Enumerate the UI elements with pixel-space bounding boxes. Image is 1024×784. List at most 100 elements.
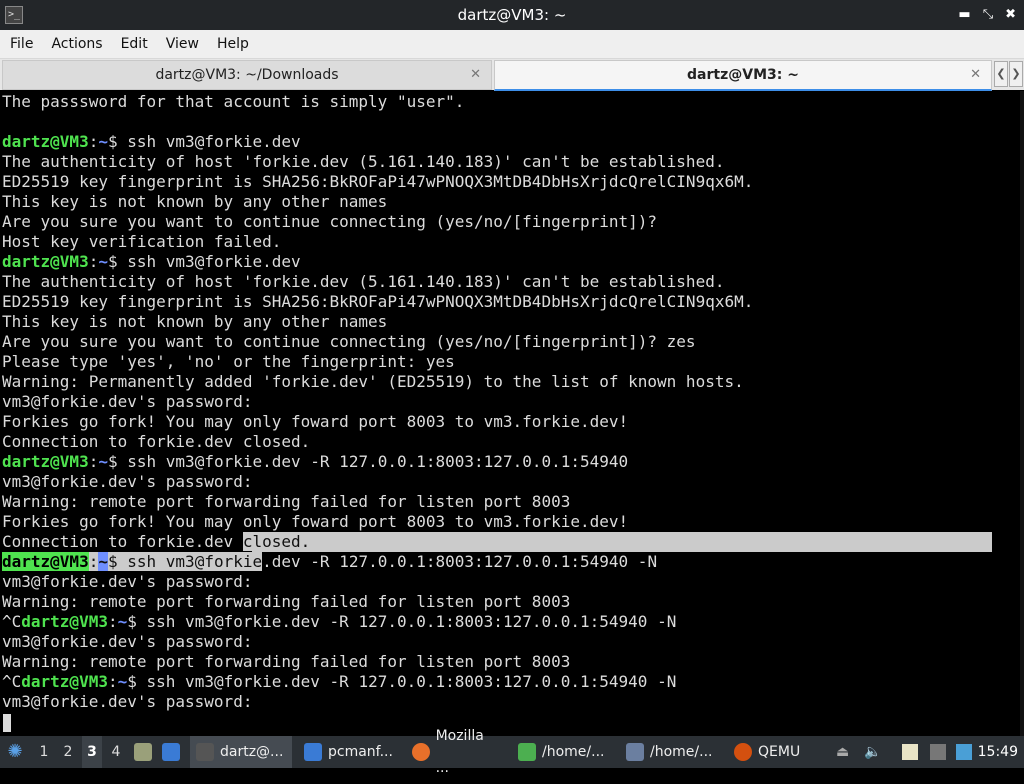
tab-scroll-right-icon[interactable]: ❯ xyxy=(1009,61,1023,87)
prompt-user-host: dartz@VM3 xyxy=(2,452,89,471)
menu-help[interactable]: Help xyxy=(207,30,249,58)
taskbar-item-label: /home/... xyxy=(542,744,605,760)
tab-scroll-left-icon[interactable]: ❮ xyxy=(994,61,1008,87)
prompt-user-host: dartz@VM3 xyxy=(2,252,89,271)
editor-icon xyxy=(518,743,536,761)
terminal-line: Connection to forkie.dev closed. xyxy=(2,432,311,451)
command-text: ssh vm3@forkie.dev -R 127.0.0.1:8003:127… xyxy=(136,672,677,691)
maximize-icon[interactable]: ⤡ xyxy=(983,0,993,30)
taskbar-item[interactable]: pcmanf... xyxy=(298,736,400,768)
workspace-1[interactable]: 1 xyxy=(34,736,54,768)
tab-label: dartz@VM3: ~/Downloads xyxy=(155,67,339,83)
display-icon[interactable] xyxy=(930,736,946,768)
prompt-user-host: dartz@VM3 xyxy=(21,672,108,691)
terminal-scrollbar[interactable] xyxy=(1020,91,1024,736)
terminal-line: Warning: remote port forwarding failed f… xyxy=(2,492,571,511)
taskbar: ✺ ⏏ 🔈 15:49 1 2 3 4 dartz@... pcmanf... Mozill… xyxy=(0,728,1024,776)
prompt-user-host: dartz@VM3 xyxy=(2,132,89,151)
terminal-line: dartz@VM3:~$ ssh vm3@forkie.dev xyxy=(2,132,301,152)
clipboard-icon[interactable] xyxy=(902,736,918,768)
taskbar-item[interactable]: QEMU xyxy=(728,736,814,768)
eject-icon[interactable]: ⏏ xyxy=(836,736,852,768)
clock[interactable]: 15:49 xyxy=(978,736,1018,768)
pen-icon xyxy=(626,743,644,761)
start-menu-icon[interactable]: ✺ xyxy=(4,736,26,768)
prompt-separator: : xyxy=(107,672,118,691)
prompt-sigil: $ xyxy=(107,452,118,471)
command-text: ssh vm3@forkie.dev xyxy=(117,252,301,271)
terminal-output[interactable]: The passsword for that account is simply… xyxy=(0,91,1024,736)
terminal-line: Forkies go fork! You may only foward por… xyxy=(2,412,629,431)
taskbar-item-label: pcmanf... xyxy=(328,744,393,760)
prompt-path: ~ xyxy=(98,132,108,151)
prompt-sigil: $ xyxy=(107,552,118,571)
terminal-line: dartz@VM3:~$ ssh vm3@forkie.dev -R 127.0… xyxy=(2,552,657,572)
taskbar-item[interactable]: dartz@... xyxy=(190,736,292,768)
prompt-path: ~ xyxy=(98,552,108,571)
terminal-line: vm3@forkie.dev's password: xyxy=(2,392,253,411)
terminal-line: The authenticity of host 'forkie.dev (5.… xyxy=(2,152,725,171)
menu-file[interactable]: File xyxy=(0,30,33,58)
prompt-separator: : xyxy=(88,452,99,471)
prompt-path: ~ xyxy=(117,672,128,691)
window-title: dartz@VM3: ~ xyxy=(457,6,567,24)
terminal-line: Are you sure you want to continue connec… xyxy=(2,212,658,231)
files-icon[interactable] xyxy=(134,736,154,768)
terminal-line: This key is not known by any other names xyxy=(2,312,388,331)
tab-bar: dartz@VM3: ~/Downloads ✕ dartz@VM3: ~ ✕ xyxy=(0,59,1024,91)
prompt-separator: : xyxy=(107,612,118,631)
tab-downloads[interactable]: dartz@VM3: ~/Downloads ✕ xyxy=(2,60,492,90)
volume-icon[interactable]: 🔈 xyxy=(864,736,881,768)
command-text: ssh vm3@forkie.dev -R 127.0.0.1:8003:127… xyxy=(136,612,677,631)
window-titlebar[interactable]: >_ dartz@VM3: ~ ▬ ⤡ ✖ xyxy=(0,0,1024,30)
terminal-line: Forkies go fork! You may only foward por… xyxy=(2,512,629,531)
prompt-sigil: $ xyxy=(107,252,118,271)
folder-icon xyxy=(304,743,322,761)
selection-highlight xyxy=(252,532,992,552)
prompt-sigil: $ xyxy=(127,612,137,631)
taskbar-item-label: /home/... xyxy=(650,744,713,760)
taskbar-item[interactable]: /home/... xyxy=(620,736,722,768)
selected-command-text: ssh vm3@forkie xyxy=(117,552,263,571)
tab-close-icon[interactable]: ✕ xyxy=(470,61,481,89)
terminal-line: The authenticity of host 'forkie.dev (5.… xyxy=(2,272,725,291)
interrupt-text: ^C xyxy=(2,612,22,631)
menu-view[interactable]: View xyxy=(156,30,199,58)
selected-text: closed. xyxy=(242,532,311,551)
desktop-icon[interactable] xyxy=(162,736,182,768)
prompt-user-host: dartz@VM3 xyxy=(2,552,89,571)
workspace-4[interactable]: 4 xyxy=(106,736,126,768)
terminal-line: The passsword for that account is simply… xyxy=(2,92,465,111)
tab-home[interactable]: dartz@VM3: ~ ✕ xyxy=(494,60,992,91)
terminal-line: Please type 'yes', 'no' or the fingerpri… xyxy=(2,352,455,371)
menu-bar: File Actions Edit View Help xyxy=(0,30,1024,59)
terminal-line: ^Cdartz@VM3:~$ ssh vm3@forkie.dev -R 127… xyxy=(2,612,676,632)
tab-close-icon[interactable]: ✕ xyxy=(970,61,981,89)
terminal-line: vm3@forkie.dev's password: xyxy=(2,472,253,491)
terminal-line: vm3@forkie.dev's password: xyxy=(2,632,253,651)
workspace-2[interactable]: 2 xyxy=(58,736,78,768)
terminal-line: Host key verification failed. xyxy=(2,232,282,251)
command-text: .dev -R 127.0.0.1:8003:127.0.0.1:54940 -… xyxy=(262,552,658,571)
firefox-icon xyxy=(412,743,430,761)
prompt-path: ~ xyxy=(117,612,128,631)
prompt-separator: : xyxy=(88,252,99,271)
prompt-path: ~ xyxy=(98,252,108,271)
terminal-line: vm3@forkie.dev's password: xyxy=(2,692,253,711)
qemu-icon xyxy=(734,743,752,761)
taskbar-item[interactable]: Mozilla ... xyxy=(406,728,506,776)
network-icon[interactable] xyxy=(956,736,972,768)
taskbar-item[interactable]: /home/... xyxy=(512,736,614,768)
close-icon[interactable]: ✖ xyxy=(1005,0,1016,30)
terminal-icon xyxy=(196,743,214,761)
workspace-3[interactable]: 3 xyxy=(82,736,102,768)
prompt-path: ~ xyxy=(98,452,108,471)
prompt-separator: : xyxy=(88,552,99,571)
command-text: ssh vm3@forkie.dev xyxy=(117,132,301,151)
minimize-icon[interactable]: ▬ xyxy=(958,0,970,30)
interrupt-text: ^C xyxy=(2,672,22,691)
menu-edit[interactable]: Edit xyxy=(111,30,148,58)
terminal-line: Warning: remote port forwarding failed f… xyxy=(2,652,571,671)
terminal-line: ED25519 key fingerprint is SHA256:BkROFa… xyxy=(2,172,754,191)
menu-actions[interactable]: Actions xyxy=(41,30,102,58)
